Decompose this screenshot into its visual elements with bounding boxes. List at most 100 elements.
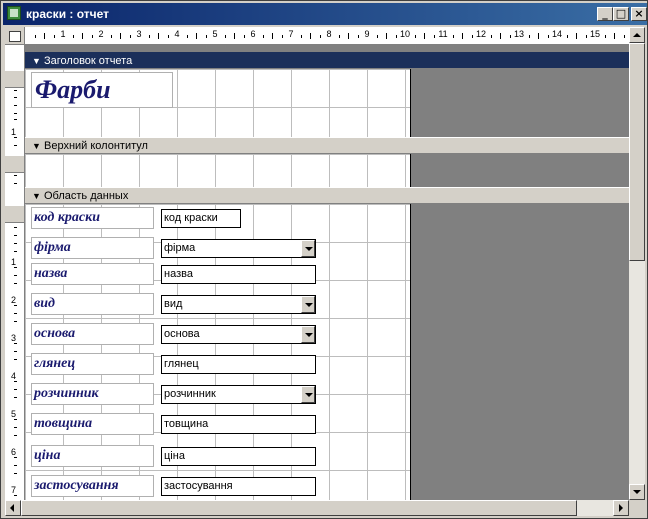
combo-box-control[interactable]: основа (161, 325, 316, 344)
ruler-tick (243, 35, 245, 38)
report-design-area: 1 2 3 4 5 6 7 8 9 10 11 12 13 14 15 1 1 2 3 4 5 6 7 ▼ … (5, 27, 645, 516)
field-label[interactable]: назва (31, 263, 154, 285)
scroll-down-button[interactable] (629, 484, 645, 500)
report-title-label[interactable]: Фарби (31, 72, 173, 108)
ruler-tick (72, 35, 74, 38)
ruler-tick (528, 35, 530, 38)
vertical-scrollbar[interactable] (629, 27, 645, 500)
field-label[interactable]: товщина (31, 413, 154, 435)
ruler-tick (376, 35, 378, 38)
scroll-right-button[interactable] (613, 500, 629, 516)
section-bar-detail[interactable]: ▼ Область данных (25, 187, 629, 204)
ruler-tick (14, 90, 17, 91)
ruler-tick (14, 359, 17, 360)
ruler-tick (14, 145, 17, 146)
close-button[interactable]: × (631, 7, 647, 21)
vruler-number: 4 (11, 371, 17, 381)
ruler-tick (129, 35, 131, 38)
ruler-number: 10 (399, 29, 410, 39)
ruler-section-marker (5, 70, 24, 88)
ruler-tick (14, 105, 17, 106)
text-box-control[interactable]: товщина (161, 415, 316, 434)
dropdown-arrow-icon[interactable] (301, 386, 315, 403)
text-box-control[interactable]: назва (161, 265, 316, 284)
dropdown-arrow-icon[interactable] (301, 326, 315, 343)
ruler-tick (224, 35, 226, 38)
horizontal-scrollbar[interactable] (5, 500, 629, 516)
ruler-tick (14, 473, 17, 474)
field-label[interactable]: вид (31, 293, 154, 315)
field-label[interactable]: фірма (31, 237, 154, 259)
maximize-button[interactable]: □ (613, 7, 629, 21)
vertical-ruler[interactable]: 1 1 2 3 4 5 6 7 (5, 45, 25, 500)
dropdown-arrow-icon[interactable] (301, 240, 315, 257)
page-header-section[interactable] (25, 154, 411, 187)
scroll-left-button[interactable] (5, 500, 21, 516)
ruler-tick (433, 35, 435, 38)
field-label[interactable]: застосування (31, 475, 154, 497)
horizontal-ruler[interactable]: 1 2 3 4 5 6 7 8 9 10 11 12 13 14 15 (25, 27, 629, 45)
field-label[interactable]: глянец (31, 353, 154, 375)
report-design-window: краски : отчет _ □ × 1 2 3 4 5 6 7 8 9 10 11 12 13 14… (0, 0, 648, 519)
vruler-number: 2 (11, 295, 17, 305)
field-label[interactable]: розчинник (31, 383, 154, 405)
size-grip (629, 500, 645, 516)
ruler-tick (196, 33, 197, 39)
ruler-tick (205, 35, 207, 38)
combo-box-control[interactable]: фірма (161, 239, 316, 258)
ruler-tick (14, 457, 17, 458)
ruler-section-marker (5, 205, 24, 223)
dropdown-arrow-icon[interactable] (301, 296, 315, 313)
ruler-tick (167, 35, 169, 38)
text-box-control[interactable]: застосування (161, 477, 316, 496)
vruler-number: 3 (11, 333, 17, 343)
ruler-tick (14, 227, 17, 228)
ruler-tick (14, 397, 17, 398)
ruler-tick (471, 35, 473, 38)
ruler-tick (462, 33, 463, 39)
combo-box-control[interactable]: розчинник (161, 385, 316, 404)
ruler-number: 11 (438, 29, 448, 39)
ruler-tick (14, 275, 17, 276)
vertical-scroll-thumb[interactable] (629, 43, 645, 261)
ruler-tick (576, 33, 577, 39)
ruler-tick (310, 33, 311, 39)
section-bar-report-header[interactable]: ▼ Заголовок отчета (25, 52, 629, 69)
ruler-tick (14, 251, 17, 252)
ruler-tick (234, 33, 235, 39)
scroll-up-button[interactable] (629, 27, 645, 43)
field-label[interactable]: код краски (31, 207, 154, 229)
text-box-control[interactable]: глянец (161, 355, 316, 374)
report-selector[interactable] (5, 27, 25, 45)
window-title: краски : отчет (26, 7, 109, 21)
text-box-control[interactable]: код краски (161, 209, 241, 228)
combo-box-control[interactable]: вид (161, 295, 316, 314)
ruler-tick (14, 435, 17, 436)
control-source-text: фірма (164, 242, 196, 254)
ruler-tick (14, 137, 17, 138)
control-source-text: ціна (164, 450, 185, 462)
ruler-tick (348, 33, 349, 39)
section-bar-page-header[interactable]: ▼ Верхний колонтитул (25, 137, 629, 154)
title-bar[interactable]: краски : отчет _ □ × (3, 3, 647, 25)
vruler-number: 1 (11, 127, 17, 137)
ruler-tick (357, 35, 359, 38)
ruler-number: 6 (250, 29, 256, 39)
ruler-tick (281, 35, 283, 38)
detail-section[interactable]: код краски код краски фірма фірма назва назва… (25, 204, 411, 500)
horizontal-scroll-thumb[interactable] (21, 500, 577, 516)
field-label[interactable]: основа (31, 323, 154, 345)
ruler-tick (14, 283, 17, 284)
ruler-number: 12 (475, 29, 486, 39)
minimize-button[interactable]: _ (597, 7, 613, 21)
vruler-number: 6 (11, 447, 17, 457)
control-source-text: застосування (164, 480, 233, 492)
text-box-control[interactable]: ціна (161, 447, 316, 466)
vruler-number: 1 (11, 257, 17, 267)
ruler-tick (490, 35, 492, 38)
ruler-tick (566, 35, 568, 38)
ruler-tick (14, 243, 17, 244)
field-label[interactable]: ціна (31, 445, 154, 467)
report-header-section[interactable]: Фарби (25, 69, 411, 137)
control-source-text: назва (164, 268, 193, 280)
